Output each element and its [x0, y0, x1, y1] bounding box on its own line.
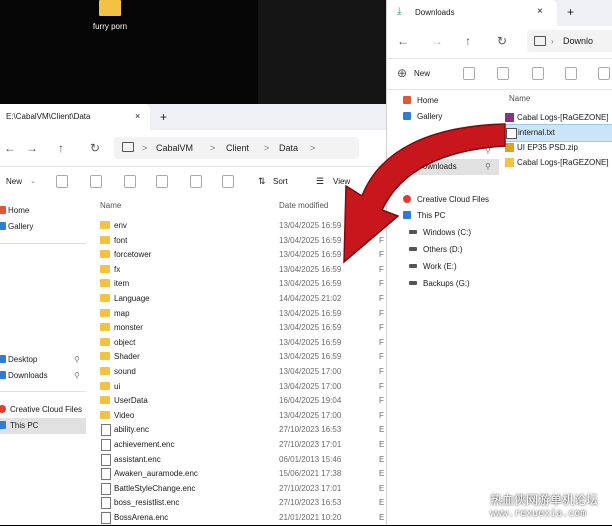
watermark-text-url: www.rexuexia.com — [490, 508, 587, 519]
watermark: 热血侠网游单机论坛 www.rexuexia.com — [470, 487, 612, 525]
arrow-icon — [343, 123, 506, 264]
watermark-text-cn: 热血侠网游单机论坛 — [490, 493, 599, 507]
drag-arrow-overlay — [343, 123, 506, 264]
